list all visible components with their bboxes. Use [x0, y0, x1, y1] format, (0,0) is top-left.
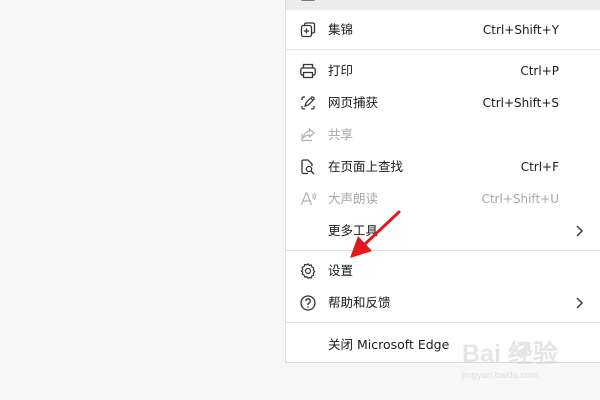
menu-item-extensions[interactable]: 扩展 [286, 0, 600, 10]
share-icon [299, 126, 317, 144]
help-icon [299, 294, 317, 312]
menu-item-label: 集锦 [328, 22, 354, 37]
shortcut-label: Ctrl+Shift+Y [482, 23, 559, 37]
settings-gear-icon [299, 262, 317, 280]
menu-divider [286, 322, 600, 323]
menu-item-print[interactable]: 打印 Ctrl+P [286, 55, 600, 87]
menu-item-read-aloud[interactable]: 大声朗读 Ctrl+Shift+U [286, 183, 600, 215]
chevron-right-icon [571, 223, 587, 239]
menu-item-web-capture[interactable]: 网页捕获 Ctrl+Shift+S [286, 87, 600, 119]
web-capture-icon [299, 94, 317, 112]
menu-item-label: 在页面上查找 [328, 159, 404, 174]
menu-item-label: 大声朗读 [328, 191, 379, 206]
menu-item-label: 扩展 [328, 0, 353, 2]
menu-item-label: 设置 [328, 263, 354, 278]
menu-item-label: 帮助和反馈 [328, 295, 391, 310]
shortcut-label: Ctrl+F [520, 160, 559, 174]
menu-item-label: 网页捕获 [328, 95, 379, 110]
chevron-right-icon [571, 295, 587, 311]
shortcut-label: Ctrl+P [520, 64, 559, 78]
menu-item-label: 共享 [328, 127, 354, 142]
menu-item-collections[interactable]: 集锦 Ctrl+Shift+Y [286, 14, 600, 46]
shortcut-label: Ctrl+Shift+U [481, 192, 559, 206]
menu-item-label: 打印 [328, 63, 354, 78]
paw-logo-icon [510, 338, 534, 362]
baidu-jingyan-watermark: Bai 经验 jingyan.baidu.com [458, 334, 588, 390]
menu-item-more-tools[interactable]: 更多工具 [286, 215, 600, 247]
extensions-icon [299, 0, 317, 3]
shortcut-label: Ctrl+Shift+S [482, 96, 559, 110]
watermark-url: jingyan.baidu.com [462, 370, 539, 381]
menu-item-share[interactable]: 共享 [286, 119, 600, 151]
menu-divider [286, 49, 600, 50]
find-on-page-icon [299, 158, 317, 176]
menu-item-label: 更多工具 [328, 223, 379, 238]
menu-item-find-on-page[interactable]: 在页面上查找 Ctrl+F [286, 151, 600, 183]
menu-item-label: 关闭 Microsoft Edge [328, 337, 450, 352]
read-aloud-icon [299, 190, 317, 208]
menu-item-help-feedback[interactable]: 帮助和反馈 [286, 287, 600, 319]
menu-item-settings[interactable]: 设置 [286, 255, 600, 287]
collections-icon [299, 21, 317, 39]
browser-settings-menu: 扩展 集锦 Ctrl+Shift+Y [285, 0, 600, 363]
screenshot-stage: 扩展 集锦 Ctrl+Shift+Y [0, 0, 600, 400]
menu-divider [286, 250, 600, 251]
print-icon [299, 62, 317, 80]
